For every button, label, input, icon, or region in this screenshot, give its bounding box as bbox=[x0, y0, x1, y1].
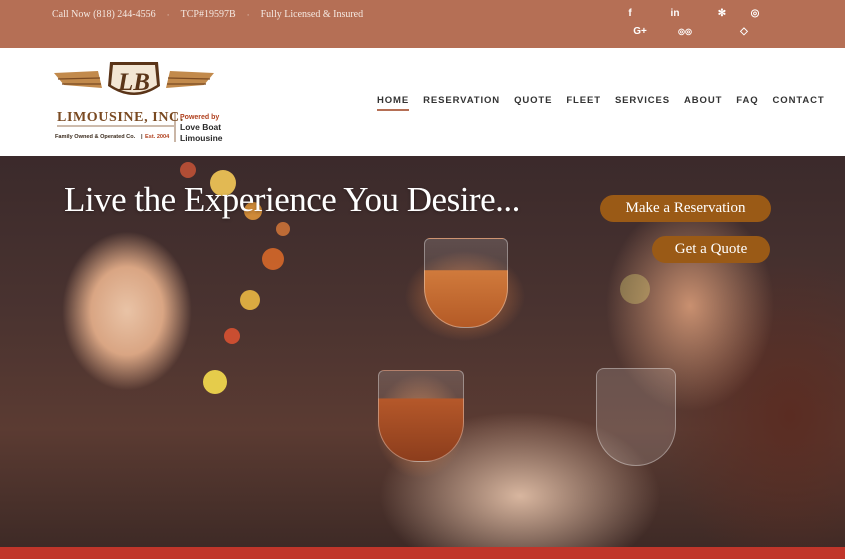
wine-glass bbox=[424, 238, 508, 328]
separator: · bbox=[166, 9, 170, 20]
nav-quote[interactable]: QUOTE bbox=[514, 95, 552, 111]
wine-glass bbox=[596, 368, 676, 466]
bokeh-light bbox=[224, 328, 240, 344]
powered-by-label: Powered by bbox=[180, 114, 219, 121]
logo-graphic: LB LIMOUSINE, INC. Family Owned & Operat… bbox=[54, 62, 223, 143]
main-nav: HOME RESERVATION QUOTE FLEET SERVICES AB… bbox=[377, 95, 839, 111]
get-quote-button[interactable]: Get a Quote bbox=[652, 236, 770, 263]
partner-name-line2: Limousine bbox=[180, 133, 223, 143]
partner-name-line1: Love Boat bbox=[180, 122, 221, 132]
bokeh-light bbox=[203, 370, 227, 394]
nav-fleet[interactable]: FLEET bbox=[566, 95, 601, 111]
bokeh-light bbox=[276, 222, 290, 236]
nav-contact[interactable]: CONTACT bbox=[773, 95, 825, 111]
bokeh-light bbox=[240, 290, 260, 310]
linkedin-icon[interactable]: in bbox=[667, 7, 683, 21]
nav-reservation[interactable]: RESERVATION bbox=[423, 95, 500, 111]
bokeh-light bbox=[262, 248, 284, 270]
yelp-icon[interactable]: ✻ bbox=[714, 7, 730, 21]
site-header: LB LIMOUSINE, INC. Family Owned & Operat… bbox=[0, 48, 845, 156]
instagram-icon[interactable]: ◎ bbox=[747, 7, 763, 21]
nav-faq[interactable]: FAQ bbox=[736, 95, 758, 111]
contact-info: Call Now (818) 244-4556 · TCP#19597B · F… bbox=[52, 9, 363, 20]
licensed-text: Fully Licensed & Insured bbox=[260, 9, 364, 20]
wine-glass bbox=[378, 370, 464, 462]
nav-about[interactable]: ABOUT bbox=[684, 95, 722, 111]
bokeh-light bbox=[620, 274, 650, 304]
top-info-bar: Call Now (818) 244-4556 · TCP#19597B · F… bbox=[0, 0, 845, 48]
logo-name: LIMOUSINE, INC. bbox=[57, 110, 184, 125]
company-logo[interactable]: LB LIMOUSINE, INC. Family Owned & Operat… bbox=[52, 60, 227, 146]
logo-established: Est. 2004 bbox=[145, 134, 170, 140]
bottom-accent-bar bbox=[0, 547, 845, 559]
diamond-icon[interactable]: ◇ bbox=[736, 25, 752, 39]
logo-monogram: LB bbox=[117, 69, 150, 96]
hero-banner: Live the Experience You Desire... Make a… bbox=[0, 156, 845, 547]
bokeh-light bbox=[180, 162, 196, 178]
facebook-icon[interactable]: f bbox=[622, 7, 638, 21]
nav-services[interactable]: SERVICES bbox=[615, 95, 670, 111]
phone-link[interactable]: Call Now (818) 244-4556 bbox=[52, 9, 156, 20]
tripadvisor-icon[interactable]: ◎◎ bbox=[676, 25, 694, 39]
logo-tagline: Family Owned & Operated Co. bbox=[55, 134, 136, 140]
make-reservation-button[interactable]: Make a Reservation bbox=[600, 195, 771, 222]
hero-title: Live the Experience You Desire... bbox=[64, 180, 520, 219]
google-plus-icon[interactable]: G+ bbox=[632, 25, 648, 39]
tcp-number: TCP#19597B bbox=[180, 9, 236, 20]
svg-text:|: | bbox=[141, 134, 143, 140]
separator: · bbox=[246, 9, 250, 20]
nav-home[interactable]: HOME bbox=[377, 95, 410, 111]
